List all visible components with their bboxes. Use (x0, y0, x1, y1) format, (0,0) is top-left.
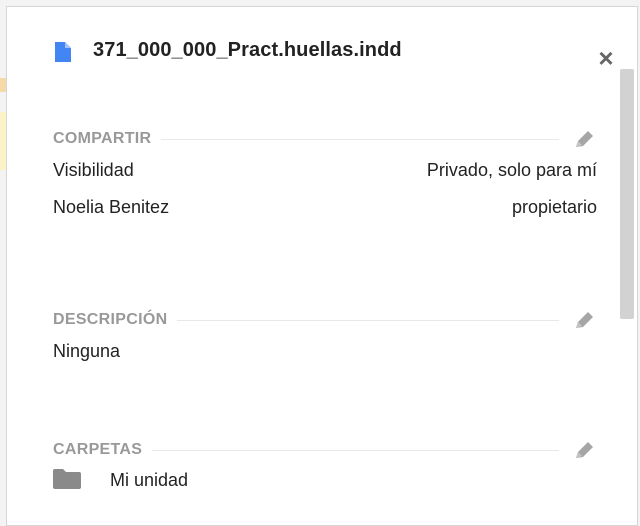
owner-row: Noelia Benitez propietario (53, 189, 597, 226)
pencil-icon[interactable] (571, 309, 597, 333)
folder-label[interactable]: Mi unidad (110, 470, 188, 491)
folders-section: CARPETAS Mi unidad (53, 439, 597, 499)
section-header: CARPETAS (53, 439, 597, 463)
description-row: Ninguna (53, 333, 597, 370)
description-text: Ninguna (53, 341, 121, 361)
file-title: 371_000_000_Pract.huellas.indd (93, 39, 402, 61)
pencil-icon[interactable] (571, 439, 597, 463)
folder-icon (53, 469, 81, 489)
visibility-row[interactable]: Visibilidad Privado, solo para mí (53, 152, 597, 189)
section-title: DESCRIPCIÓN (53, 311, 178, 329)
section-title: COMPARTIR (53, 130, 162, 148)
owner-name: Noelia Benitez (53, 197, 170, 217)
close-button[interactable]: × (595, 45, 617, 71)
section-header: COMPARTIR (53, 128, 597, 152)
owner-role: propietario (511, 197, 597, 217)
google-doc-icon (55, 42, 71, 62)
sharing-section: COMPARTIR Visibilidad Privado, solo para… (53, 128, 597, 226)
description-section: DESCRIPCIÓN Ninguna (53, 309, 597, 370)
section-title: CARPETAS (53, 441, 153, 459)
section-header: DESCRIPCIÓN (53, 309, 597, 333)
visibility-value: Privado, solo para mí (426, 160, 597, 180)
folder-item[interactable]: Mi unidad (53, 463, 597, 499)
pencil-icon[interactable] (571, 128, 597, 152)
panel-header: 371_000_000_Pract.huellas.indd × (7, 7, 637, 77)
visibility-label: Visibilidad (53, 160, 134, 180)
scrollbar-thumb[interactable] (620, 69, 634, 319)
details-panel: 371_000_000_Pract.huellas.indd × COMPART… (6, 6, 638, 526)
